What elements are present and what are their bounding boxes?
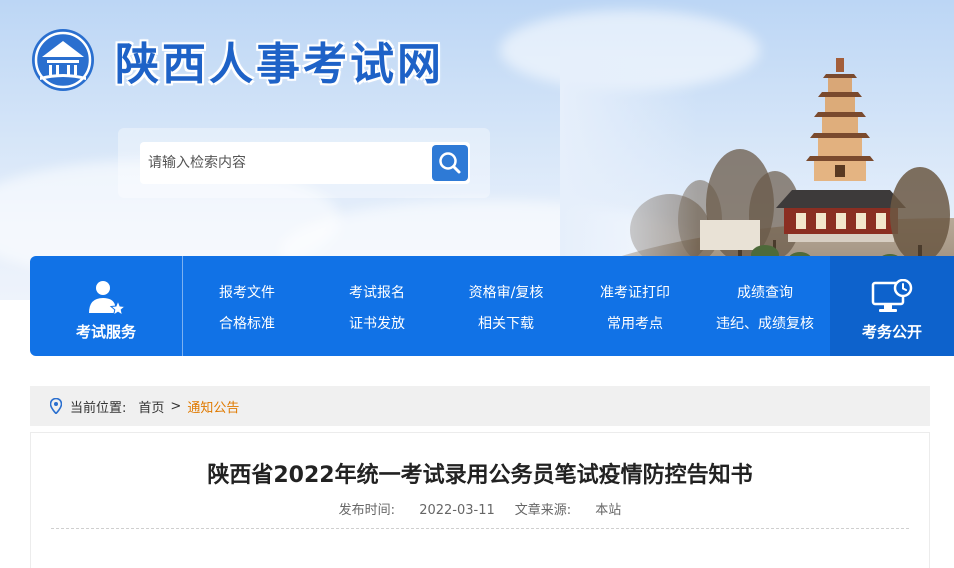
nav-link-qualification-review[interactable]: 资格审/复核 [469, 282, 544, 302]
nav-link-registration-docs[interactable]: 报考文件 [219, 282, 275, 302]
nav-link-downloads[interactable]: 相关下载 [478, 313, 534, 333]
article-meta: 发布时间: 2022-03-11 文章来源: 本站 [31, 499, 929, 518]
article-source-label: 文章来源: [514, 503, 572, 518]
breadcrumb-separator: > [170, 398, 182, 414]
nav-exam-affairs-label: 考务公开 [861, 323, 922, 341]
article-source-value: 本站 [595, 503, 622, 518]
nav-link-admission-ticket[interactable]: 准考证打印 [600, 282, 670, 302]
nav-link-certificate-issuance[interactable]: 证书发放 [349, 313, 405, 333]
nav-link-pass-standard[interactable]: 合格标准 [219, 313, 275, 333]
search-button[interactable] [432, 145, 468, 181]
main-nav: 考试服务 报考文件 考试报名 资格审/复核 准考证打印 成绩查询 合格标准 证书… [30, 256, 954, 356]
nav-exam-services[interactable]: 考试服务 [30, 256, 182, 356]
search-icon [439, 152, 461, 174]
article-source: 文章来源: 本站 [515, 503, 622, 518]
nav-exam-services-label: 考试服务 [75, 323, 136, 341]
article-divider [51, 528, 909, 529]
nav-link-exam-sites[interactable]: 常用考点 [607, 313, 663, 333]
publish-time-label: 发布时间: [338, 503, 396, 518]
user-star-icon [89, 281, 126, 317]
monitor-clock-icon [871, 279, 913, 312]
nav-link-score-query[interactable]: 成绩查询 [737, 282, 793, 302]
article-title: 陕西省2022年统一考试录用公务员笔试疫情防控告知书 [207, 463, 753, 488]
location-pin-icon [50, 398, 62, 414]
article-container: 陕西省2022年统一考试录用公务员笔试疫情防控告知书 发布时间: 2022-03… [30, 432, 930, 568]
site-title: 陕西人事考试网 [115, 39, 444, 90]
publish-time-value: 2022-03-11 [419, 503, 495, 518]
breadcrumb: 当前位置: 首页 > 通知公告 [30, 386, 930, 426]
nav-link-exam-registration[interactable]: 考试报名 [349, 282, 405, 302]
breadcrumb-home-link[interactable]: 首页 [138, 397, 164, 416]
search-input[interactable] [140, 142, 470, 184]
breadcrumb-current-link[interactable]: 通知公告 [187, 397, 239, 416]
nav-link-violation-review[interactable]: 违纪、成绩复核 [716, 313, 814, 333]
breadcrumb-prefix: 当前位置: [70, 400, 127, 416]
publish-time: 发布时间: 2022-03-11 [339, 503, 495, 518]
nav-divider [182, 256, 183, 356]
pagoda-emblem-icon [32, 29, 94, 91]
nav-exam-affairs-public[interactable]: 考务公开 [830, 256, 954, 356]
